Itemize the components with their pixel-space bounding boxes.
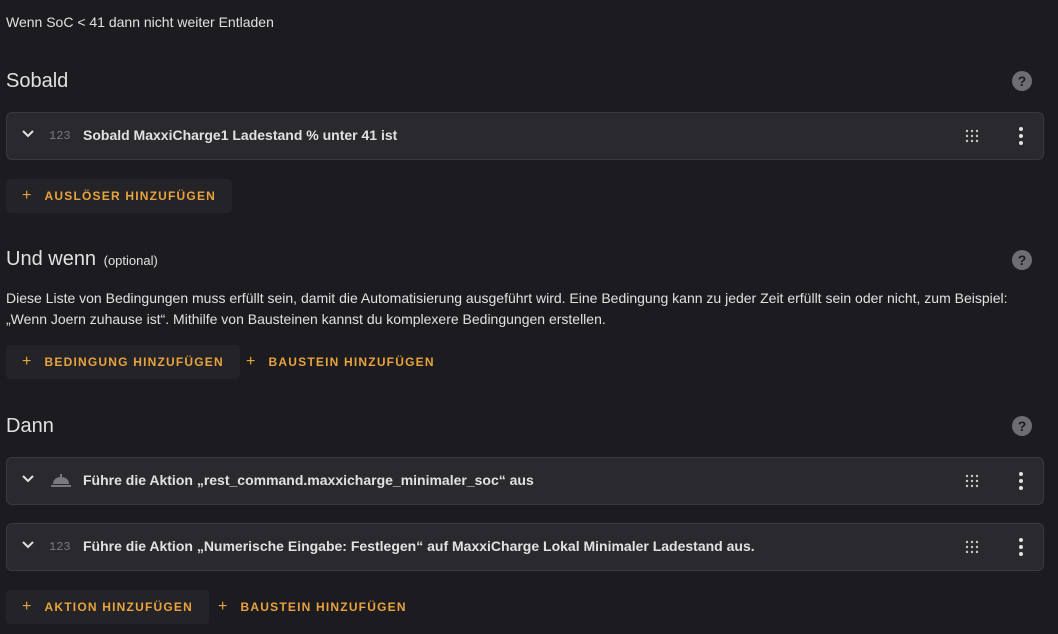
automation-description: Wenn SoC < 41 dann nicht weiter Entladen bbox=[6, 14, 274, 30]
add-trigger-button[interactable]: + AUSLÖSER HINZUFÜGEN bbox=[6, 179, 233, 213]
more-vert-icon[interactable] bbox=[1015, 537, 1027, 557]
automation-editor: Wenn SoC < 41 dann nicht weiter Entladen… bbox=[0, 0, 1058, 634]
help-circle-icon[interactable]: ? bbox=[1012, 416, 1032, 436]
add-action-block-label: BAUSTEIN HINZUFÜGEN bbox=[240, 600, 407, 614]
conditions-description: Diese Liste von Bedingungen muss erfüllt… bbox=[6, 290, 1008, 327]
plus-icon: + bbox=[246, 353, 257, 370]
chevron-down-icon[interactable] bbox=[21, 127, 35, 141]
triggers-title: Sobald bbox=[6, 70, 68, 93]
add-condition-button[interactable]: + BEDINGUNG HINZUFÜGEN bbox=[6, 345, 240, 379]
add-condition-block-button[interactable]: + BAUSTEIN HINZUFÜGEN bbox=[230, 345, 451, 379]
more-vert-icon[interactable] bbox=[1015, 126, 1027, 146]
add-trigger-label: AUSLÖSER HINZUFÜGEN bbox=[44, 189, 217, 203]
action-label: Führe die Aktion „Numerische Eingabe: Fe… bbox=[83, 538, 755, 554]
action-card[interactable]: Führe die Aktion „rest_command.maxxichar… bbox=[6, 457, 1044, 505]
numeric-icon: 123 bbox=[49, 129, 71, 143]
service-bell-icon bbox=[51, 474, 71, 487]
drag-handle-icon[interactable] bbox=[965, 474, 979, 488]
add-action-block-button[interactable]: + BAUSTEIN HINZUFÜGEN bbox=[202, 590, 423, 624]
trigger-label: Sobald MaxxiCharge1 Ladestand % unter 41… bbox=[83, 127, 398, 143]
chevron-down-icon[interactable] bbox=[21, 538, 35, 552]
add-condition-block-label: BAUSTEIN HINZUFÜGEN bbox=[268, 355, 435, 369]
add-action-button[interactable]: + AKTION HINZUFÜGEN bbox=[6, 590, 209, 624]
triggers-title-text: Sobald bbox=[6, 70, 69, 92]
actions-title: Dann bbox=[6, 415, 54, 438]
chevron-down-icon[interactable] bbox=[21, 472, 35, 486]
numeric-icon: 123 bbox=[49, 540, 71, 554]
plus-icon: + bbox=[22, 598, 33, 615]
conditions-title: Und wenn (optional) bbox=[6, 248, 158, 271]
plus-icon: + bbox=[22, 187, 33, 204]
add-action-label: AKTION HINZUFÜGEN bbox=[44, 600, 193, 614]
drag-handle-icon[interactable] bbox=[965, 540, 979, 554]
add-condition-label: BEDINGUNG HINZUFÜGEN bbox=[44, 355, 224, 369]
plus-icon: + bbox=[218, 598, 229, 615]
conditions-optional-label: (optional) bbox=[103, 253, 158, 268]
action-card[interactable]: 123 Führe die Aktion „Numerische Eingabe… bbox=[6, 523, 1044, 571]
action-label: Führe die Aktion „rest_command.maxxichar… bbox=[83, 472, 534, 488]
plus-icon: + bbox=[22, 353, 33, 370]
conditions-title-text: Und wenn bbox=[6, 248, 97, 270]
help-circle-icon[interactable]: ? bbox=[1012, 250, 1032, 270]
trigger-card[interactable]: 123 Sobald MaxxiCharge1 Ladestand % unte… bbox=[6, 112, 1044, 160]
actions-title-text: Dann bbox=[6, 415, 54, 437]
help-circle-icon[interactable]: ? bbox=[1012, 71, 1032, 91]
drag-handle-icon[interactable] bbox=[965, 129, 979, 143]
more-vert-icon[interactable] bbox=[1015, 471, 1027, 491]
